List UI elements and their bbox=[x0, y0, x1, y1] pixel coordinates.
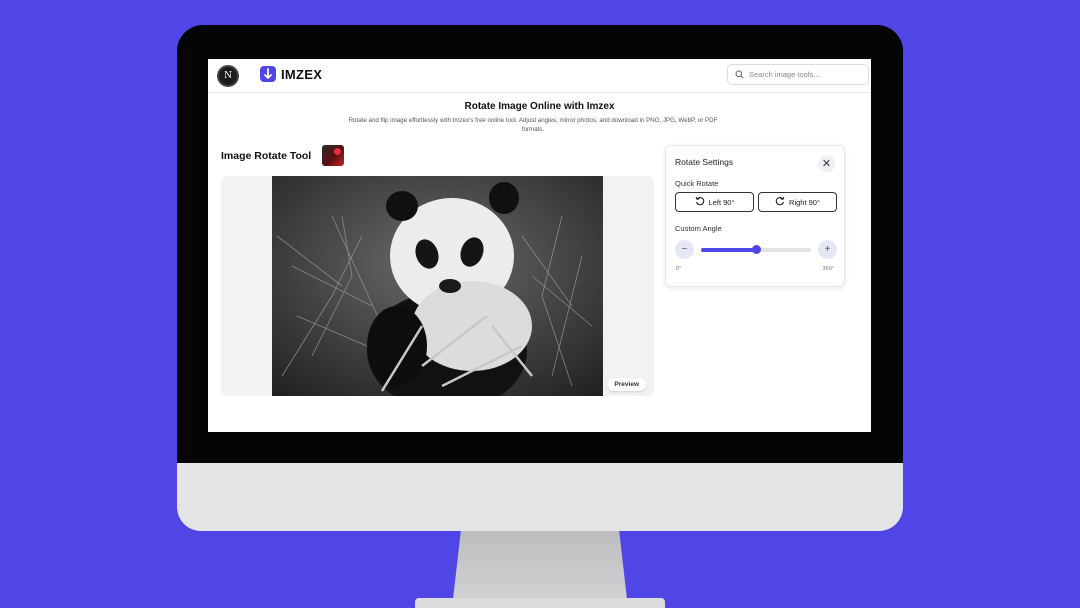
avatar[interactable]: N bbox=[217, 65, 239, 87]
monitor-chin bbox=[177, 463, 903, 531]
settings-title: Rotate Settings bbox=[675, 157, 734, 167]
rotate-right-icon bbox=[775, 196, 785, 208]
monitor-base bbox=[415, 598, 665, 608]
monitor-stand bbox=[452, 531, 628, 608]
rotate-left-icon bbox=[695, 196, 705, 208]
image-canvas: Preview bbox=[221, 176, 654, 396]
logo-text[interactable]: IMZEX bbox=[281, 67, 322, 82]
rotate-right-label: Right 90° bbox=[789, 197, 820, 207]
top-navbar: N IMZEX bbox=[208, 59, 871, 93]
search-box[interactable] bbox=[727, 64, 869, 85]
slider-thumb[interactable] bbox=[752, 245, 761, 254]
range-min-label: 0° bbox=[676, 266, 682, 272]
rotate-settings-panel: Rotate Settings ✕ Quick Rotate Left 90° … bbox=[665, 145, 845, 287]
angle-slider[interactable] bbox=[701, 245, 811, 254]
screen: N IMZEX Rotate Image Online with Imzex R… bbox=[208, 59, 871, 432]
logo-download-icon[interactable] bbox=[260, 66, 276, 82]
slider-fill bbox=[701, 248, 756, 252]
tool-heading: Image Rotate Tool bbox=[221, 150, 312, 162]
uploaded-image-thumbnail[interactable] bbox=[322, 145, 344, 166]
close-icon[interactable]: ✕ bbox=[818, 155, 835, 172]
page-title: Rotate Image Online with Imzex bbox=[464, 101, 615, 112]
minus-icon[interactable]: − bbox=[675, 240, 694, 259]
plus-icon[interactable]: + bbox=[818, 240, 837, 259]
preview-button[interactable]: Preview bbox=[607, 378, 646, 391]
rotate-left-button[interactable]: Left 90° bbox=[675, 192, 754, 212]
search-input[interactable] bbox=[749, 70, 859, 79]
quick-rotate-label: Quick Rotate bbox=[675, 179, 719, 188]
panda-photo bbox=[272, 176, 603, 396]
custom-angle-label: Custom Angle bbox=[675, 224, 722, 233]
page-description: Rotate and flip image effortlessly with … bbox=[348, 117, 718, 133]
rotate-right-button[interactable]: Right 90° bbox=[758, 192, 837, 212]
range-max-label: 360° bbox=[822, 266, 834, 272]
rotate-left-label: Left 90° bbox=[708, 197, 735, 207]
search-icon bbox=[735, 66, 744, 84]
